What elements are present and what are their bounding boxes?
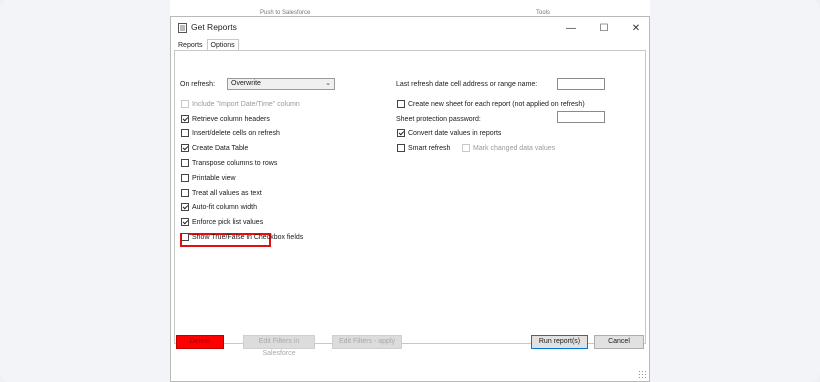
option-label: Printable view (192, 174, 236, 182)
option-show-true-false[interactable]: Show True/False in Checkbox fields (181, 232, 303, 242)
delete-button[interactable]: Delete (176, 335, 224, 349)
sheet-password-label: Sheet protection password: (396, 115, 481, 123)
document-icon (178, 23, 187, 33)
options-panel: On refresh: Overwrite ⌄ Include "Import … (174, 50, 646, 344)
option-label: Insert/delete cells on refresh (192, 129, 280, 137)
close-button[interactable]: ✕ (629, 21, 643, 35)
checkbox[interactable] (397, 100, 405, 108)
checkbox[interactable] (462, 144, 470, 152)
option-label: Mark changed data values (473, 144, 556, 152)
on-refresh-select[interactable]: Overwrite ⌄ (227, 78, 335, 90)
maximize-icon: ☐ (599, 22, 609, 34)
option-label: Auto-fit column width (192, 203, 257, 211)
option-label: Transpose columns to rows (192, 159, 278, 167)
checkbox[interactable] (181, 174, 189, 182)
option-label: Treat all values as text (192, 189, 262, 197)
option-label: Show True/False in Checkbox fields (192, 233, 304, 241)
edit-filters-apply-button[interactable]: Edit Filters - apply (332, 335, 402, 349)
option-label: Smart refresh (408, 144, 451, 152)
option-label: Create Data Table (192, 144, 249, 152)
checkbox[interactable] (181, 159, 189, 167)
on-refresh-value: Overwrite (231, 80, 261, 87)
maximize-button[interactable]: ☐ (597, 21, 611, 35)
option-transpose-columns[interactable]: Transpose columns to rows (181, 158, 277, 168)
checkbox[interactable] (181, 144, 189, 152)
last-refresh-label: Last refresh date cell address or range … (396, 80, 538, 88)
checkbox[interactable] (181, 129, 189, 137)
dialog-title: Get Reports (191, 22, 237, 32)
option-label: Convert date values in reports (408, 129, 502, 137)
chevron-down-icon: ⌄ (325, 80, 331, 87)
option-include-import-date[interactable]: Include "Import Date/Time" column (181, 99, 300, 109)
checkbox[interactable] (181, 115, 189, 123)
option-enforce-pick-list[interactable]: Enforce pick list values (181, 217, 263, 227)
option-create-data-table[interactable]: Create Data Table (181, 143, 248, 153)
checkbox[interactable] (397, 144, 405, 152)
option-insert-delete-cells[interactable]: Insert/delete cells on refresh (181, 128, 280, 138)
checkbox[interactable] (181, 100, 189, 108)
option-mark-changed[interactable]: Mark changed data values (462, 143, 555, 153)
minimize-icon: — (566, 22, 576, 34)
title-bar: Get Reports — ☐ ✕ (171, 17, 649, 39)
sheet-password-field[interactable] (557, 111, 605, 123)
option-convert-dates[interactable]: Convert date values in reports (397, 128, 501, 138)
option-label: Retrieve column headers (192, 115, 270, 123)
checkbox[interactable] (181, 233, 189, 241)
close-icon: ✕ (631, 22, 641, 34)
minimize-button[interactable]: — (564, 21, 578, 35)
run-reports-button[interactable]: Run report(s) (531, 335, 588, 349)
option-label: Include "Import Date/Time" column (192, 100, 300, 108)
get-reports-dialog: Get Reports — ☐ ✕ Reports Options On ref… (170, 16, 650, 382)
option-label: Enforce pick list values (192, 218, 264, 226)
on-refresh-label: On refresh: (180, 80, 216, 88)
last-refresh-field[interactable] (557, 78, 605, 90)
edit-filters-salesforce-button[interactable]: Edit Filters in Salesforce (243, 335, 315, 357)
checkbox[interactable] (397, 129, 405, 137)
option-create-new-sheet[interactable]: Create new sheet for each report (not ap… (397, 99, 585, 109)
option-label: Create new sheet for each report (not ap… (408, 100, 585, 108)
checkbox[interactable] (181, 218, 189, 226)
option-smart-refresh[interactable]: Smart refresh (397, 143, 450, 153)
option-retrieve-column-headers[interactable]: Retrieve column headers (181, 114, 270, 124)
checkbox[interactable] (181, 203, 189, 211)
option-treat-values-as-text[interactable]: Treat all values as text (181, 188, 262, 198)
option-auto-fit-width[interactable]: Auto-fit column width (181, 202, 257, 212)
option-printable-view[interactable]: Printable view (181, 173, 236, 183)
background-window-strip: Push to Salesforce Tools (170, 0, 650, 16)
cancel-button[interactable]: Cancel (594, 335, 644, 349)
resize-grip-icon[interactable] (638, 370, 646, 378)
checkbox[interactable] (181, 189, 189, 197)
